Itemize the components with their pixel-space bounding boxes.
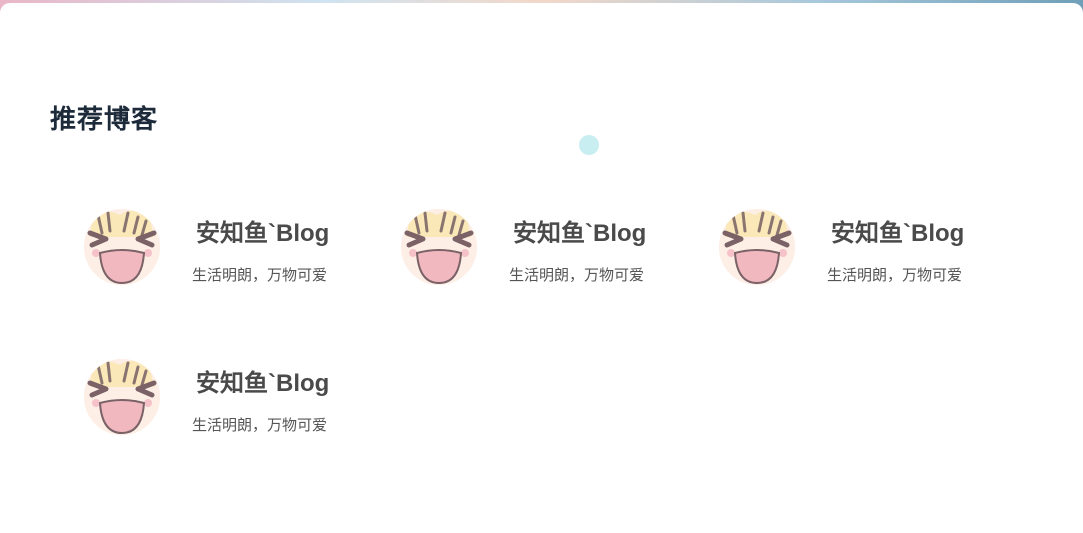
section-title: 推荐博客	[50, 104, 159, 134]
blog-name[interactable]: 安知鱼`Blog	[196, 363, 376, 398]
avatar-icon	[401, 209, 477, 285]
blog-description: 生活明朗，万物可爱	[192, 267, 328, 284]
blog-description: 生活明朗，万物可爱	[192, 417, 328, 434]
blog-name[interactable]: 安知鱼`Blog	[196, 213, 376, 248]
loading-dot-icon	[579, 135, 599, 155]
blog-link-1[interactable]: 安知鱼`Blog 生活明朗，万物可爱	[84, 209, 384, 299]
avatar-icon	[84, 209, 160, 285]
blog-name[interactable]: 安知鱼`Blog	[513, 213, 693, 248]
blog-link-3[interactable]: 安知鱼`Blog 生活明朗，万物可爱	[719, 209, 1019, 299]
blog-description: 生活明朗，万物可爱	[509, 267, 645, 284]
avatar-icon	[719, 209, 795, 285]
avatar-icon	[84, 359, 160, 435]
blog-link-2[interactable]: 安知鱼`Blog 生活明朗，万物可爱	[401, 209, 701, 299]
blog-name[interactable]: 安知鱼`Blog	[831, 213, 1011, 248]
recommended-blogs-card: 推荐博客 安知鱼`Blog 生活明朗，万物可爱 安知鱼`Blog 生活明朗，万物…	[0, 3, 1083, 533]
blog-link-4[interactable]: 安知鱼`Blog 生活明朗，万物可爱	[84, 359, 384, 449]
blog-description: 生活明朗，万物可爱	[827, 267, 963, 284]
